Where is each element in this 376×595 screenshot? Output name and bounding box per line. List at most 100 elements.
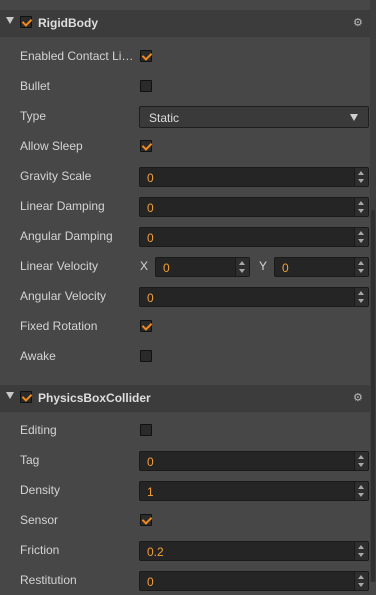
spin-down-icon[interactable] xyxy=(358,583,364,587)
awake-checkbox[interactable] xyxy=(140,350,152,362)
spin-up-icon[interactable] xyxy=(239,261,245,265)
label-tag: Tag xyxy=(20,453,40,467)
spin-down-icon[interactable] xyxy=(358,463,364,467)
spin-up-icon[interactable] xyxy=(358,201,364,205)
spin-up-icon[interactable] xyxy=(358,455,364,459)
gear-icon[interactable]: ⚙ xyxy=(353,16,363,29)
label-linear-velocity: Linear Velocity xyxy=(20,259,99,273)
label-friction: Friction xyxy=(20,543,60,557)
label-sensor: Sensor xyxy=(20,513,59,527)
collapse-arrow-icon[interactable] xyxy=(6,392,14,399)
row-sensor: Sensor xyxy=(0,505,370,535)
physicsboxcollider-title: PhysicsBoxCollider xyxy=(38,391,151,405)
label-type: Type xyxy=(20,109,47,123)
physicsboxcollider-header[interactable]: PhysicsBoxCollider ⚙ xyxy=(0,385,370,411)
restitution-input[interactable]: 0 xyxy=(139,571,369,591)
density-input[interactable]: 1 xyxy=(139,481,369,501)
angular-velocity-input[interactable]: 0 xyxy=(139,287,369,307)
rigidbody-header[interactable]: RigidBody ⚙ xyxy=(0,10,370,36)
spin-down-icon[interactable] xyxy=(358,493,364,497)
spin-up-icon[interactable] xyxy=(358,291,364,295)
linear-damping-stepper[interactable] xyxy=(354,198,368,216)
fixed-rotation-checkbox[interactable] xyxy=(140,320,152,332)
spin-up-icon[interactable] xyxy=(358,485,364,489)
label-angular-damping: Angular Damping xyxy=(20,229,113,243)
linear-velocity-x-input[interactable]: 0 xyxy=(155,257,250,277)
label-density: Density xyxy=(20,483,61,497)
gravity-scale-value: 0 xyxy=(147,171,154,185)
spin-down-icon[interactable] xyxy=(239,269,245,273)
row-tag: Tag 0 xyxy=(0,445,370,475)
header-divider xyxy=(0,411,370,412)
allow-sleep-checkbox[interactable] xyxy=(140,140,152,152)
linear-velocity-x-stepper[interactable] xyxy=(235,258,249,276)
spin-up-icon[interactable] xyxy=(358,545,364,549)
label-bullet: Bullet xyxy=(20,79,51,93)
friction-stepper[interactable] xyxy=(354,542,368,560)
spin-up-icon[interactable] xyxy=(358,171,364,175)
label-fixed-rotation: Fixed Rotation xyxy=(20,319,98,333)
friction-input[interactable]: 0.2 xyxy=(139,541,369,561)
label-awake: Awake xyxy=(20,349,56,363)
angular-damping-value: 0 xyxy=(147,231,154,245)
row-fixed-rotation: Fixed Rotation xyxy=(0,311,370,341)
spin-up-icon[interactable] xyxy=(358,575,364,579)
spin-up-icon[interactable] xyxy=(358,231,364,235)
row-enabled-contact-listener: Enabled Contact Listener xyxy=(0,41,370,71)
header-divider xyxy=(0,36,370,37)
spin-down-icon[interactable] xyxy=(358,299,364,303)
spin-down-icon[interactable] xyxy=(358,209,364,213)
spin-down-icon[interactable] xyxy=(358,269,364,273)
spin-down-icon[interactable] xyxy=(358,179,364,183)
row-allow-sleep: Allow Sleep xyxy=(0,131,370,161)
bullet-checkbox[interactable] xyxy=(140,80,152,92)
tag-stepper[interactable] xyxy=(354,452,368,470)
linear-velocity-y-stepper[interactable] xyxy=(354,258,368,276)
rigidbody-enabled-checkbox[interactable] xyxy=(20,16,32,28)
label-linear-damping: Linear Damping xyxy=(20,199,105,213)
linear-velocity-y-input[interactable]: 0 xyxy=(274,257,369,277)
row-linear-damping: Linear Damping 0 xyxy=(0,191,370,221)
label-enabled-contact-listener: Enabled Contact Listener xyxy=(20,49,134,63)
type-dropdown-value: Static xyxy=(149,111,180,125)
friction-value: 0.2 xyxy=(147,545,164,559)
label-gravity-scale: Gravity Scale xyxy=(20,169,92,183)
spin-down-icon[interactable] xyxy=(358,553,364,557)
label-editing: Editing xyxy=(20,423,57,437)
angular-damping-stepper[interactable] xyxy=(354,228,368,246)
editing-checkbox[interactable] xyxy=(140,424,152,436)
rigidbody-title: RigidBody xyxy=(38,16,98,30)
type-dropdown[interactable]: Static xyxy=(139,106,369,128)
angular-damping-input[interactable]: 0 xyxy=(139,227,369,247)
row-friction: Friction 0.2 xyxy=(0,535,370,565)
label-allow-sleep: Allow Sleep xyxy=(20,139,83,153)
row-gravity-scale: Gravity Scale 0 xyxy=(0,161,370,191)
row-editing: Editing xyxy=(0,415,370,445)
gravity-scale-input[interactable]: 0 xyxy=(139,167,369,187)
tag-input[interactable]: 0 xyxy=(139,451,369,471)
restitution-stepper[interactable] xyxy=(354,572,368,590)
enabled-contact-listener-checkbox[interactable] xyxy=(140,50,152,62)
angular-velocity-stepper[interactable] xyxy=(354,288,368,306)
inspector-scrollbar[interactable] xyxy=(370,0,376,582)
label-restitution: Restitution xyxy=(20,573,77,587)
gravity-scale-stepper[interactable] xyxy=(354,168,368,186)
sensor-checkbox[interactable] xyxy=(140,514,152,526)
tag-value: 0 xyxy=(147,455,154,469)
dropdown-caret-icon xyxy=(350,114,358,121)
physicsboxcollider-enabled-checkbox[interactable] xyxy=(20,391,32,403)
scrollbar-thumb[interactable] xyxy=(371,210,375,582)
row-linear-velocity: Linear Velocity X 0 Y 0 xyxy=(0,251,370,281)
row-angular-damping: Angular Damping 0 xyxy=(0,221,370,251)
linear-velocity-y-label: Y xyxy=(259,259,268,273)
label-angular-velocity: Angular Velocity xyxy=(20,289,107,303)
density-stepper[interactable] xyxy=(354,482,368,500)
density-value: 1 xyxy=(147,485,154,499)
row-density: Density 1 xyxy=(0,475,370,505)
spin-up-icon[interactable] xyxy=(358,261,364,265)
linear-damping-input[interactable]: 0 xyxy=(139,197,369,217)
spin-down-icon[interactable] xyxy=(358,239,364,243)
gear-icon[interactable]: ⚙ xyxy=(353,391,363,404)
linear-velocity-x-value: 0 xyxy=(163,261,170,275)
collapse-arrow-icon[interactable] xyxy=(6,17,14,24)
